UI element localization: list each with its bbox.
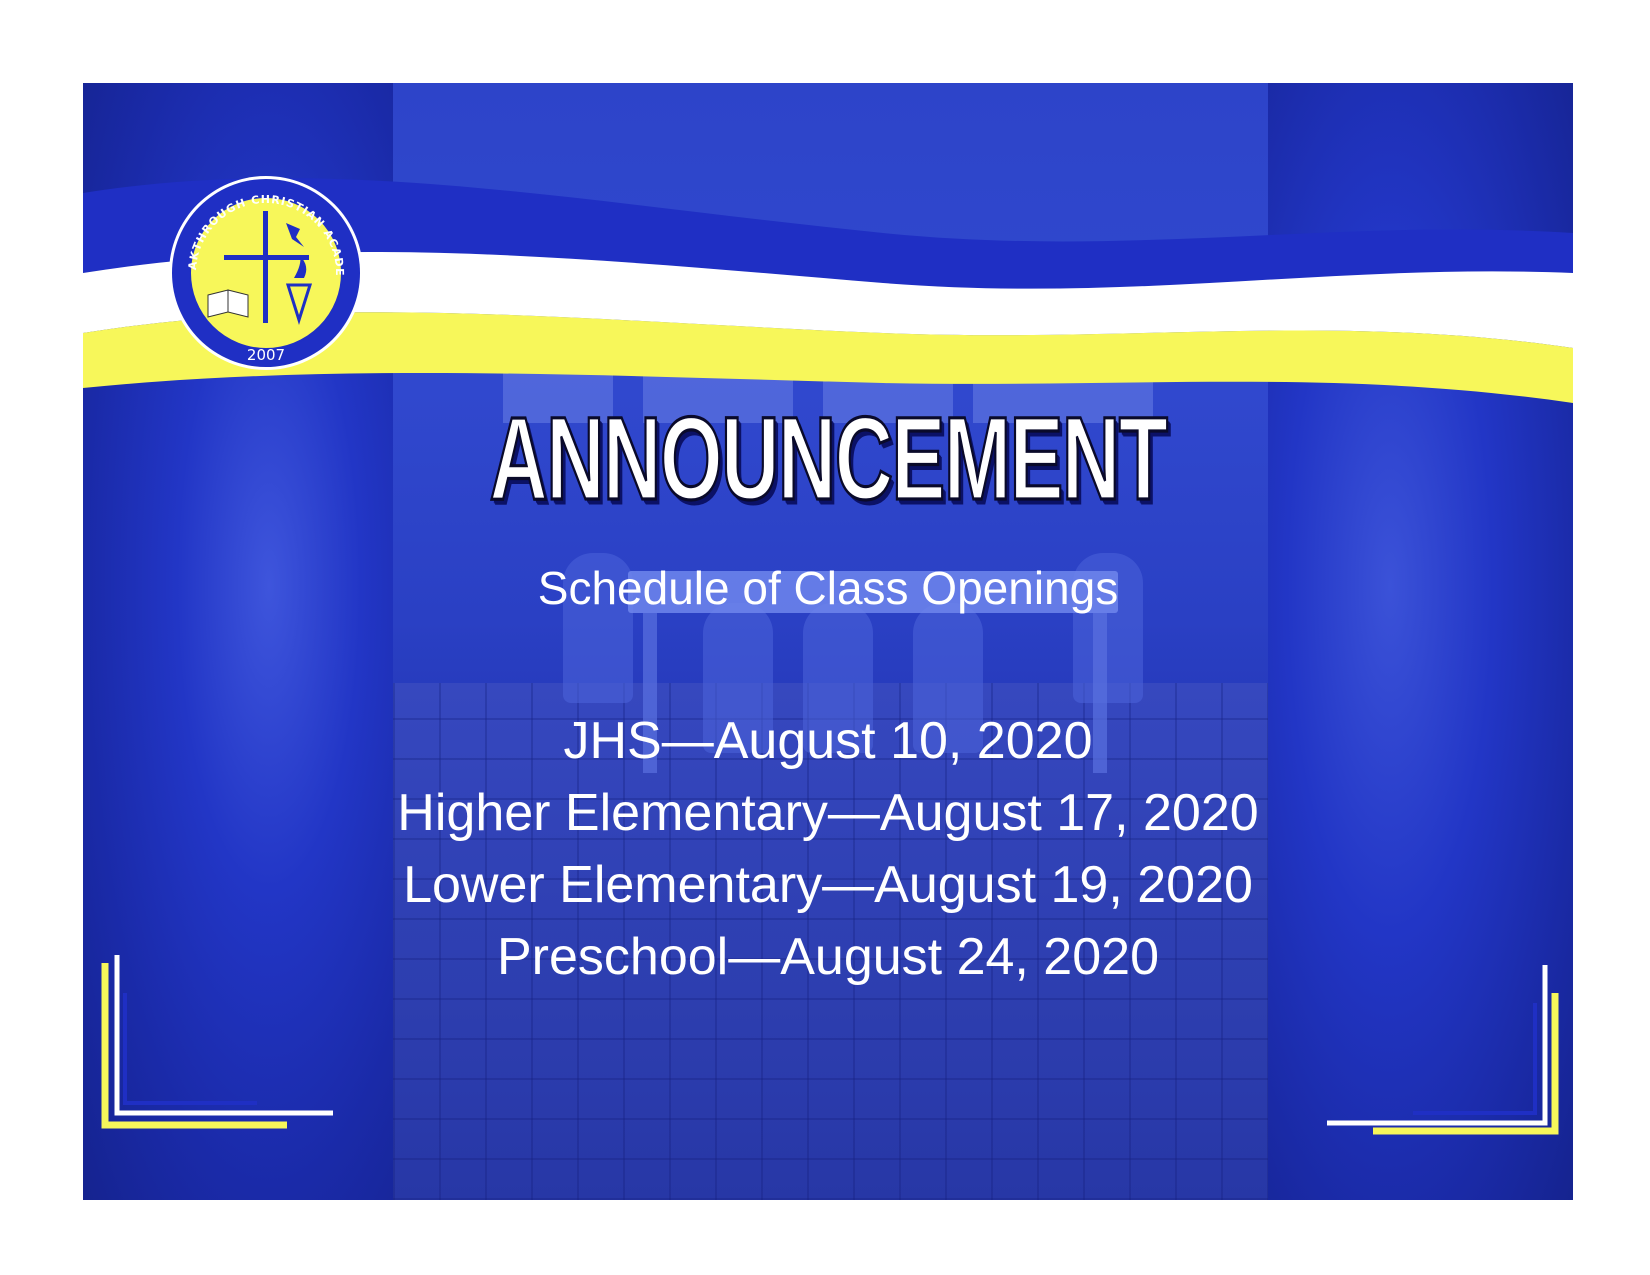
school-logo: BREAKTHROUGH CHRISTIAN ACADEMY 2007 bbox=[166, 173, 363, 370]
announcement-title: ANNOUNCEMENT bbox=[488, 392, 1169, 526]
logo-year: 2007 bbox=[247, 346, 285, 364]
bottom-left-bracket bbox=[101, 955, 333, 1129]
announcement-slide: BREAKTHROUGH CHRISTIAN ACADEMY 2007 ANNO… bbox=[83, 83, 1573, 1200]
schedule-item-jhs: JHS—August 10, 2020 bbox=[563, 712, 1093, 770]
schedule-item-higher-elementary: Higher Elementary—August 17, 2020 bbox=[397, 784, 1259, 842]
schedule-list: JHS—August 10, 2020 Higher Elementary—Au… bbox=[83, 705, 1573, 993]
schedule-item-lower-elementary: Lower Elementary—August 19, 2020 bbox=[403, 856, 1253, 914]
bottom-right-bracket bbox=[1327, 965, 1559, 1135]
schedule-subtitle: Schedule of Class Openings bbox=[537, 562, 1119, 614]
